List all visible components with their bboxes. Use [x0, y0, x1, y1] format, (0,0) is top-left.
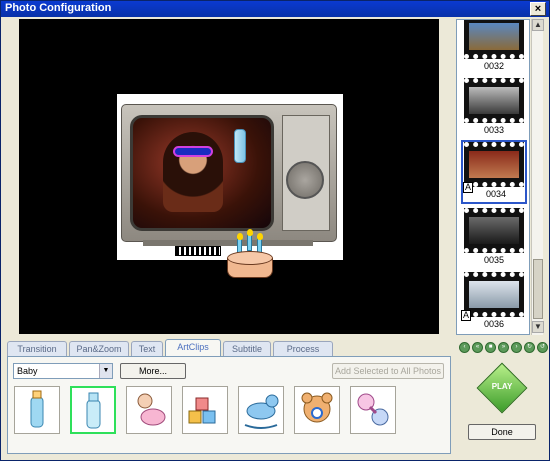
tab-bar: Transition Pan&Zoom Text ArtClips Subtit… [7, 339, 451, 357]
artclip-baby-bottle-selected[interactable] [70, 386, 116, 434]
artclip-teddy-bear[interactable] [294, 386, 340, 434]
tv-speaker [286, 161, 324, 199]
teddy-bear-icon [301, 392, 333, 423]
tv-image [121, 104, 337, 242]
baby-rattle-icon [357, 393, 389, 426]
photo-preview [19, 19, 439, 334]
more-button[interactable]: More... [120, 363, 186, 379]
scroll-up-button[interactable]: ▲ [532, 19, 544, 31]
woman-image [163, 132, 223, 212]
window-title: Photo Configuration [5, 2, 112, 14]
thumbnail-0034[interactable]: A 0034 [461, 140, 527, 204]
previous-icon[interactable]: ‹ [459, 342, 470, 353]
done-button[interactable]: Done [468, 424, 536, 440]
thumbnail-0033[interactable]: 0033 [461, 76, 527, 140]
thumbnail-number: 0035 [483, 255, 505, 265]
chevron-down-icon[interactable]: ▼ [99, 364, 112, 378]
tab-process[interactable]: Process [273, 341, 333, 356]
artclip-toy-blocks[interactable] [182, 386, 228, 434]
fast-forward-icon[interactable]: » [498, 342, 509, 353]
tab-artclips[interactable]: ArtClips [165, 339, 221, 357]
category-select[interactable]: Baby ▼ [13, 363, 113, 379]
candle-icon [247, 229, 253, 251]
bottle-artclip[interactable] [234, 129, 246, 163]
rewind-icon[interactable]: « [472, 342, 483, 353]
photo-navigation-controls: ‹ « ■ » › ↻ ↺ [459, 342, 549, 356]
artclip-baby-rattle[interactable] [350, 386, 396, 434]
thumbnail-image [469, 151, 519, 178]
thumbnail-image [469, 217, 519, 244]
thumbnail-0036[interactable]: A 0036 [461, 270, 527, 334]
cake-top [227, 251, 273, 265]
rotate-left-icon[interactable]: ↺ [537, 342, 548, 353]
stop-icon[interactable]: ■ [485, 342, 496, 353]
baby-crawling-icon [137, 393, 166, 426]
glasses-image [173, 146, 213, 157]
thumbnail-scrollbar[interactable]: ▲ ▼ [531, 19, 544, 335]
scroll-down-button[interactable]: ▼ [532, 321, 544, 333]
baby-bottle-icon [30, 390, 44, 428]
artclip-baby-bottle[interactable] [14, 386, 60, 434]
rotate-right-icon[interactable]: ↻ [524, 342, 535, 353]
tv-screen [130, 115, 274, 231]
play-button-label[interactable]: PLAY [484, 382, 520, 391]
thumbnail-number: 0033 [483, 125, 505, 135]
photo-configuration-window: Photo Configuration × 0032 0033 A 0034 0… [0, 0, 550, 461]
add-to-all-photos-button[interactable]: Add Selected to All Photos [332, 363, 444, 379]
category-value: Baby [17, 366, 38, 376]
thumbnail-image [469, 87, 519, 114]
artclip-baby-crawling[interactable] [126, 386, 172, 434]
film-strip-icon [175, 246, 221, 256]
tab-text[interactable]: Text [131, 341, 163, 356]
tab-pan-zoom[interactable]: Pan&Zoom [69, 341, 129, 356]
next-icon[interactable]: › [511, 342, 522, 353]
thumbnail-number: 0034 [485, 189, 507, 199]
thumbnail-image [469, 23, 519, 50]
title-bar[interactable]: Photo Configuration × [1, 1, 549, 17]
baby-bottle-icon [86, 392, 101, 429]
birthday-cake-artclip[interactable] [221, 229, 279, 283]
thumbnail-0032[interactable]: 0032 [461, 20, 527, 76]
tab-transition[interactable]: Transition [7, 341, 67, 356]
photo-thumbnail-list[interactable]: 0032 0033 A 0034 0035 A 0036 [456, 19, 530, 335]
tab-subtitle[interactable]: Subtitle [223, 341, 271, 356]
artclip-rocking-horse[interactable] [238, 386, 284, 434]
toy-blocks-icon [188, 397, 216, 424]
scroll-thumb[interactable] [533, 259, 543, 319]
artclips-panel: Baby ▼ More... Add Selected to All Photo… [7, 356, 451, 454]
thumbnail-0035[interactable]: 0035 [461, 206, 527, 270]
thumbnail-number: 0036 [483, 319, 505, 329]
thumbnail-image [469, 281, 519, 308]
rocking-horse-icon [244, 394, 279, 429]
close-button[interactable]: × [530, 2, 546, 16]
thumbnail-number: 0032 [483, 61, 505, 71]
